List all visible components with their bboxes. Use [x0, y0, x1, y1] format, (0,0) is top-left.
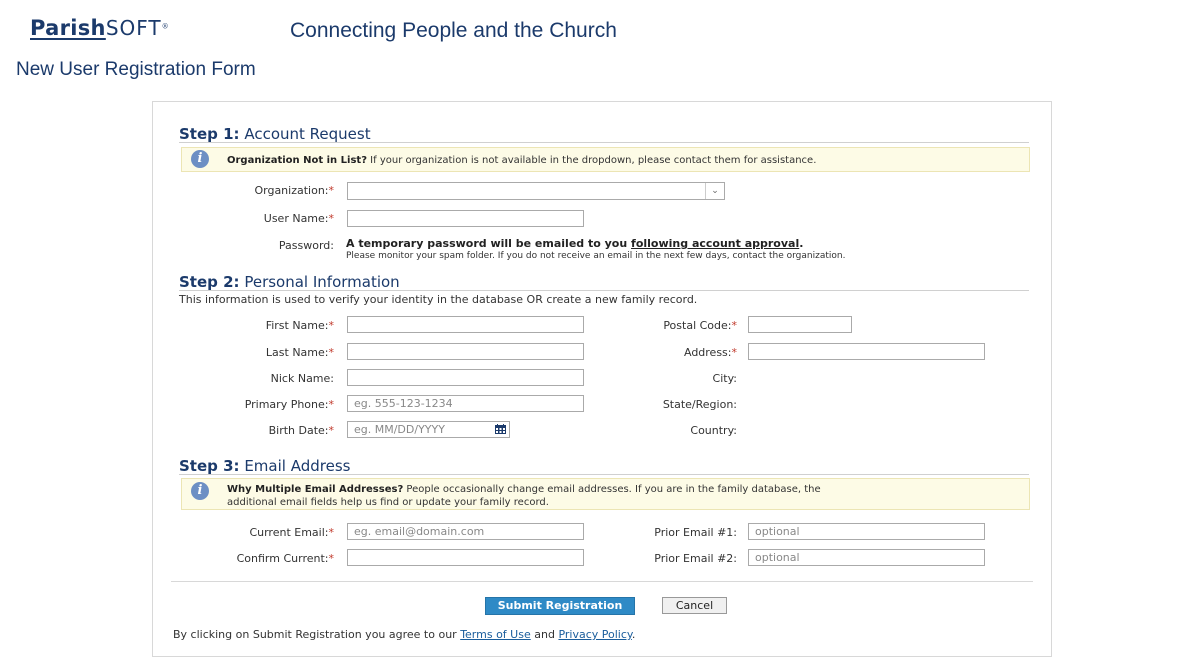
- address-label: Address:*: [683, 346, 737, 359]
- info-icon: i: [191, 482, 209, 500]
- nick-name-input[interactable]: [347, 369, 584, 386]
- birth-date-label: Birth Date:*: [268, 424, 334, 437]
- primary-phone-input[interactable]: [347, 395, 584, 412]
- prior-email-1-input[interactable]: [748, 523, 985, 540]
- parishsoft-logo: ParishSOFT®: [30, 16, 169, 40]
- postal-code-label: Postal Code:*: [663, 319, 737, 332]
- organization-label: Organization:*: [254, 184, 334, 197]
- last-name-label: Last Name:*: [265, 346, 334, 359]
- first-name-input[interactable]: [347, 316, 584, 333]
- username-input[interactable]: [347, 210, 584, 227]
- step1-title: Step 1: Account Request: [179, 125, 371, 143]
- calendar-icon[interactable]: [495, 424, 506, 434]
- organization-select[interactable]: ⌄: [347, 182, 725, 200]
- primary-phone-label: Primary Phone:*: [244, 398, 334, 411]
- account-approval-link: following account approval: [631, 237, 800, 250]
- password-note: Please monitor your spam folder. If you …: [346, 251, 846, 261]
- prior-email-2-label: Prior Email #2:: [654, 552, 737, 565]
- submit-registration-button[interactable]: Submit Registration: [485, 597, 635, 615]
- prior-email-2-input[interactable]: [748, 549, 985, 566]
- address-input[interactable]: [748, 343, 985, 360]
- step2-description: This information is used to verify your …: [179, 293, 698, 306]
- page-title: New User Registration Form: [16, 59, 256, 80]
- step3-divider: [179, 474, 1029, 475]
- chevron-down-icon[interactable]: ⌄: [705, 183, 724, 199]
- terms-notice: By clicking on Submit Registration you a…: [173, 628, 636, 641]
- step1-divider: [179, 142, 1029, 143]
- cancel-button[interactable]: Cancel: [662, 597, 727, 614]
- last-name-input[interactable]: [347, 343, 584, 360]
- step2-title: Step 2: Personal Information: [179, 273, 400, 291]
- city-label: City:: [712, 372, 737, 385]
- first-name-label: First Name:*: [265, 319, 334, 332]
- step2-divider: [179, 290, 1029, 291]
- terms-of-use-link[interactable]: Terms of Use: [460, 628, 531, 641]
- password-label: Password:: [278, 239, 334, 252]
- tagline: Connecting People and the Church: [290, 19, 617, 42]
- password-info: A temporary password will be emailed to …: [346, 237, 804, 250]
- birth-date-input[interactable]: [347, 421, 510, 438]
- nick-name-label: Nick Name:: [270, 372, 334, 385]
- confirm-current-label: Confirm Current:*: [236, 552, 334, 565]
- postal-code-input[interactable]: [748, 316, 852, 333]
- state-region-label: State/Region:: [662, 398, 737, 411]
- step3-title: Step 3: Email Address: [179, 457, 351, 475]
- privacy-policy-link[interactable]: Privacy Policy: [558, 628, 631, 641]
- current-email-label: Current Email:*: [249, 526, 334, 539]
- confirm-current-input[interactable]: [347, 549, 584, 566]
- current-email-input[interactable]: [347, 523, 584, 540]
- birth-date-field: [347, 421, 510, 438]
- username-label: User Name:*: [263, 212, 334, 225]
- prior-email-1-label: Prior Email #1:: [654, 526, 737, 539]
- organization-info-box: i Organization Not in List? If your orga…: [181, 147, 1030, 172]
- actions-divider: [171, 581, 1033, 582]
- registration-form-panel: Step 1: Account Request i Organization N…: [152, 101, 1052, 657]
- country-label: Country:: [690, 424, 737, 437]
- email-info-box: i Why Multiple Email Addresses? People o…: [181, 478, 1030, 510]
- info-icon: i: [191, 150, 209, 168]
